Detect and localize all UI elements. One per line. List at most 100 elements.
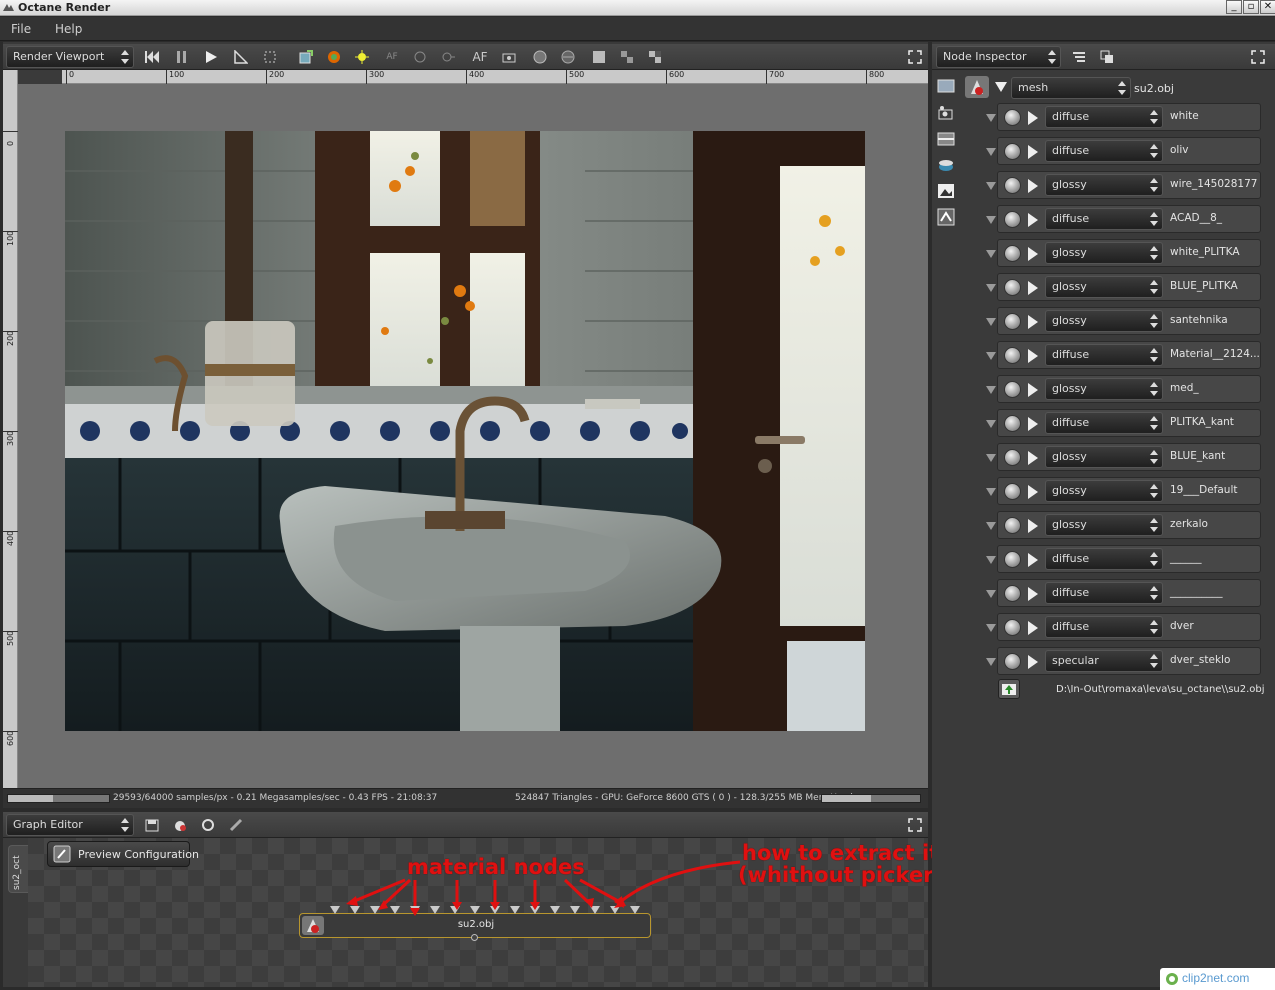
material-preview-icon[interactable] — [1004, 177, 1021, 194]
kernel-node-icon[interactable] — [937, 208, 955, 226]
light-icon[interactable] — [353, 48, 371, 66]
material-preview-icon[interactable] — [1004, 585, 1021, 602]
expand-mesh-toggle[interactable] — [995, 82, 1007, 92]
material-type-selector[interactable]: glossy — [1045, 514, 1163, 536]
material-type-selector[interactable]: diffuse — [1045, 344, 1163, 366]
expand-material-toggle[interactable] — [986, 658, 996, 666]
material-row[interactable]: diffuse ACAD__8_ — [997, 205, 1261, 233]
material-type-selector[interactable]: diffuse — [1045, 582, 1163, 604]
mesh-node-button[interactable] — [965, 76, 989, 98]
expand-arrow-icon[interactable] — [1028, 621, 1038, 635]
material-preview-icon[interactable] — [1004, 279, 1021, 296]
material-preview-icon[interactable] — [1004, 483, 1021, 500]
expand-material-toggle[interactable] — [986, 556, 996, 564]
mesh-type-selector[interactable]: mesh — [1011, 77, 1131, 99]
expand-material-toggle[interactable] — [986, 624, 996, 632]
expand-arrow-icon[interactable] — [1028, 315, 1038, 329]
material-preview-icon[interactable] — [1004, 517, 1021, 534]
film-node-icon[interactable] — [937, 130, 955, 148]
expand-arrow-icon[interactable] — [1028, 485, 1038, 499]
material-preview-icon[interactable] — [1004, 143, 1021, 160]
expand-material-toggle[interactable] — [986, 114, 996, 122]
material-type-selector[interactable]: diffuse — [1045, 412, 1163, 434]
region-icon[interactable] — [261, 48, 279, 66]
environment-node-icon[interactable] — [937, 156, 955, 174]
expand-material-toggle[interactable] — [986, 590, 996, 598]
expand-material-toggle[interactable] — [986, 182, 996, 190]
maximize-button[interactable]: ▫ — [1243, 0, 1259, 14]
material-type-selector[interactable]: diffuse — [1045, 106, 1163, 128]
material-row[interactable]: diffuse ______ — [997, 545, 1261, 573]
world-alt-icon[interactable] — [559, 48, 577, 66]
expand-arrow-icon[interactable] — [1028, 451, 1038, 465]
render-output-image[interactable] — [65, 131, 865, 731]
expand-material-toggle[interactable] — [986, 318, 996, 326]
viewport-selector[interactable]: Render Viewport — [6, 46, 134, 68]
expand-arrow-icon[interactable] — [1028, 383, 1038, 397]
material-preview-icon[interactable] — [1004, 551, 1021, 568]
expand-arrow-icon[interactable] — [1028, 179, 1038, 193]
rewind-icon[interactable] — [143, 48, 161, 66]
save-graph-icon[interactable] — [143, 816, 161, 834]
maximize-panel-icon[interactable] — [906, 816, 924, 834]
world-icon[interactable] — [531, 48, 549, 66]
autofocus-button[interactable]: AF — [471, 48, 489, 66]
material-preview-icon[interactable] — [1004, 381, 1021, 398]
ruler-icon[interactable] — [232, 48, 250, 66]
autofocus-disabled-icon[interactable]: AF — [383, 48, 401, 66]
play-icon[interactable] — [202, 48, 220, 66]
expand-arrow-icon[interactable] — [1028, 111, 1038, 125]
expand-arrow-icon[interactable] — [1028, 417, 1038, 431]
material-type-selector[interactable]: glossy — [1045, 242, 1163, 264]
material-row[interactable]: diffuse dver — [997, 613, 1261, 641]
focus-pick-icon[interactable] — [411, 48, 429, 66]
material-row[interactable]: glossy white_PLITKA — [997, 239, 1261, 267]
material-row[interactable]: diffuse PLITKA_kant — [997, 409, 1261, 437]
material-preview-icon[interactable] — [1004, 313, 1021, 330]
material-type-selector[interactable]: glossy — [1045, 378, 1163, 400]
material-type-selector[interactable]: specular — [1045, 650, 1163, 672]
expand-material-toggle[interactable] — [986, 352, 996, 360]
grid-icon[interactable] — [590, 48, 608, 66]
maximize-panel-icon[interactable] — [906, 48, 924, 66]
material-row[interactable]: glossy wire_145028177 — [997, 171, 1261, 199]
focus-reset-icon[interactable] — [439, 48, 457, 66]
color-picker-icon[interactable] — [325, 48, 343, 66]
expand-material-toggle[interactable] — [986, 148, 996, 156]
material-row[interactable]: glossy santehnika — [997, 307, 1261, 335]
material-preview-icon[interactable] — [1004, 245, 1021, 262]
material-preview-icon[interactable] — [1004, 619, 1021, 636]
expand-material-toggle[interactable] — [986, 420, 996, 428]
material-row[interactable]: specular dver_steklo — [997, 647, 1261, 675]
clear-graph-icon[interactable] — [227, 816, 245, 834]
close-button[interactable]: ✕ — [1260, 0, 1275, 14]
material-type-selector[interactable]: glossy — [1045, 276, 1163, 298]
material-preview-icon[interactable] — [1004, 109, 1021, 126]
expand-arrow-icon[interactable] — [1028, 655, 1038, 669]
material-row[interactable]: glossy BLUE_kant — [997, 443, 1261, 471]
material-preview-icon[interactable] — [1004, 347, 1021, 364]
material-row[interactable]: diffuse Material__2124... — [997, 341, 1261, 369]
expand-material-toggle[interactable] — [986, 250, 996, 258]
refresh-icon[interactable] — [199, 816, 217, 834]
alpha-icon[interactable] — [646, 48, 664, 66]
graph-editor-selector[interactable]: Graph Editor — [6, 814, 134, 836]
material-type-selector[interactable]: glossy — [1045, 174, 1163, 196]
material-type-selector[interactable]: glossy — [1045, 480, 1163, 502]
material-row[interactable]: glossy med_ — [997, 375, 1261, 403]
material-preview-icon[interactable] — [1004, 415, 1021, 432]
material-type-selector[interactable]: diffuse — [1045, 548, 1163, 570]
graph-tab[interactable]: su2_oct — [8, 845, 28, 893]
material-row[interactable]: glossy BLUE_PLITKA — [997, 273, 1261, 301]
mesh-output-pin[interactable] — [471, 934, 478, 941]
expand-material-toggle[interactable] — [986, 454, 996, 462]
expand-material-toggle[interactable] — [986, 386, 996, 394]
camera-icon[interactable] — [500, 48, 518, 66]
expand-arrow-icon[interactable] — [1028, 553, 1038, 567]
material-type-selector[interactable]: diffuse — [1045, 208, 1163, 230]
expand-arrow-icon[interactable] — [1028, 587, 1038, 601]
material-row[interactable]: glossy zerkalo — [997, 511, 1261, 539]
menu-help[interactable]: Help — [55, 22, 82, 36]
expand-material-toggle[interactable] — [986, 488, 996, 496]
expand-arrow-icon[interactable] — [1028, 349, 1038, 363]
